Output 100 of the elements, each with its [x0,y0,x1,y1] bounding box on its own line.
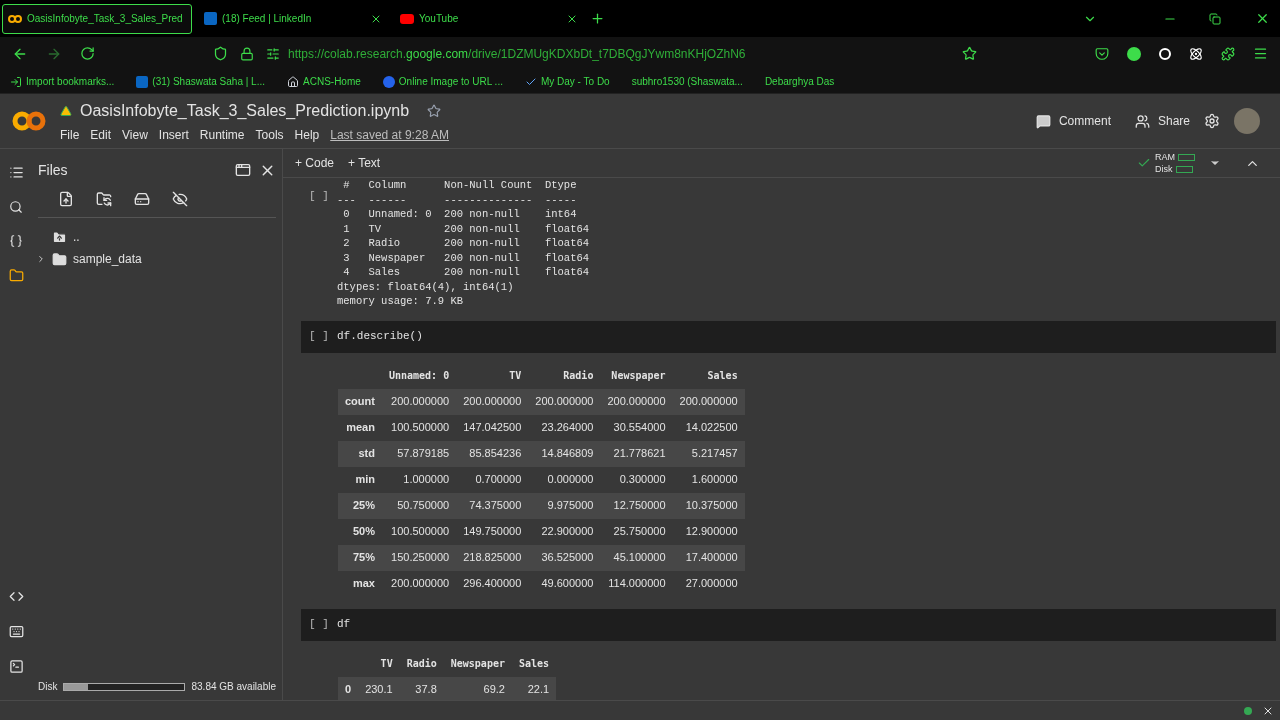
new-window-icon[interactable] [235,162,251,178]
table-cell: 85.854236 [456,440,529,467]
extensions-icon[interactable] [1221,46,1235,61]
tab-title: (18) Feed | LinkedIn [222,12,313,26]
colab-logo[interactable] [12,111,46,131]
row-header: std [338,440,382,467]
row-header: min [338,466,382,493]
shield-icon[interactable] [213,46,228,61]
parent-folder-icon [52,229,67,245]
menu-item[interactable]: Tools [255,125,284,144]
account-icon[interactable] [1127,46,1141,61]
cell-prompt[interactable]: [ ] [301,616,337,633]
file-tree-item[interactable]: sample_data [32,250,282,268]
table-cell: 14.846809 [528,440,601,467]
table-cell: 12.750000 [600,492,673,519]
share-button[interactable]: Share [1134,112,1190,130]
code-snippets-icon[interactable] [8,589,24,604]
files-icon[interactable] [8,268,24,283]
table-cell: 22.1 [511,676,557,700]
table-cell: 296.400000 [456,570,529,597]
terminal-icon[interactable] [8,659,24,674]
table-cell: 50.750000 [381,492,457,519]
menu-item[interactable]: Help [294,125,320,144]
table-cell: 200.000000 [381,570,457,597]
disk-label: Disk [38,680,58,694]
table-cell: 23.264000 [528,414,601,441]
add-text-button[interactable]: + Text [348,154,381,172]
bookmark-star-icon[interactable] [962,46,977,61]
bookmark-item[interactable]: Debarghya Das [764,74,835,89]
bookmark-item[interactable]: Import bookmarks... [10,74,115,89]
table-cell: 9.975000 [528,492,601,519]
table-cell: 21.778621 [600,440,673,467]
browser-tab[interactable]: OasisInfobyte_Task_3_Sales_Pred [2,3,192,34]
table-cell: 1.000000 [381,466,457,493]
menu-item[interactable]: File [60,125,80,144]
avatar[interactable] [1234,108,1260,134]
menu-item[interactable]: Runtime [199,125,245,144]
bookmark-item[interactable]: ACNS-Home [287,74,361,89]
close-window-icon[interactable] [1255,11,1270,26]
table-cell: 12.900000 [672,518,745,545]
settings-icon[interactable] [1204,113,1220,129]
browser-tab[interactable]: YouTube [394,3,584,34]
cell-prompt[interactable]: [ ] [301,182,337,309]
table-cell: 200.000000 [672,388,745,415]
refresh-folder-icon[interactable] [96,191,112,207]
tab-title: YouTube [419,12,460,26]
search-icon[interactable] [9,200,23,214]
hidden-files-icon[interactable] [172,191,188,207]
tab-title: OasisInfobyte_Task_3_Sales_Pred [27,12,183,26]
pocket-icon[interactable] [1095,46,1109,61]
new-tab-icon[interactable] [590,11,605,26]
table-cell: 27.000000 [672,570,745,597]
menu-icon[interactable] [1253,46,1268,61]
bookmark-item[interactable]: My Day - To Do [524,74,610,89]
add-code-button[interactable]: + Code [295,154,335,172]
table-cell: 36.525000 [528,544,601,571]
lock-icon[interactable] [240,46,254,61]
caret-icon[interactable] [36,254,46,264]
bookmark-item[interactable]: (31) Shaswata Saha | L... [136,74,266,89]
table-cell: 230.1 [358,676,400,700]
output-line: memory usage: 7.9 KB [337,294,465,309]
column-header: TV [379,657,394,671]
contents-icon[interactable] [8,165,24,180]
colab-logo-icon [8,14,22,23]
output-line: --- ------ -------------- ----- [337,192,578,207]
menu-item[interactable]: Insert [158,125,189,144]
file-tree-item[interactable]: .. [32,228,282,246]
bookmark-item[interactable]: subhro1530 (Shaswata... [631,74,743,89]
notebook-title[interactable]: OasisInfobyte_Task_3_Sales_Prediction.ipynb [80,98,410,123]
permissions-icon[interactable] [266,46,280,61]
star-icon[interactable] [427,103,442,118]
browser-tab[interactable]: (18) Feed | LinkedIn [198,3,388,34]
menu-item[interactable]: Edit [90,125,112,144]
row-header: mean [338,414,382,441]
upload-file-icon[interactable] [58,191,74,207]
panel-title: Files [38,160,69,180]
table-cell: 0.000000 [528,466,601,493]
variables-icon[interactable] [9,234,23,248]
disk-available: 83.84 GB available [191,680,276,694]
disk-label: Disk [1155,163,1173,175]
last-saved-link[interactable]: Last saved at 9:28 AM [330,125,449,144]
column-header: Newspaper [449,657,506,671]
bookmark-item[interactable]: Online Image to URL ... [382,74,503,89]
output-line: # Column Non-Null Count Dtype [342,178,578,193]
table-cell: 69.2 [443,676,512,700]
cell-prompt[interactable]: [ ] [301,328,337,345]
column-header: TV [508,369,523,383]
code-text: df [337,617,351,633]
people-icon [1134,113,1150,129]
code-cell[interactable]: [ ] df.describe() [301,320,1276,353]
menu-item[interactable]: View [122,125,148,144]
row-header: 0 [338,676,359,700]
connected-check-icon [1137,156,1151,170]
comment-button[interactable]: Comment [1035,112,1111,130]
command-palette-icon[interactable] [8,624,24,639]
reload-icon[interactable] [80,46,95,61]
restore-icon[interactable] [1209,12,1221,25]
table-cell: 25.750000 [600,518,673,545]
atom-icon[interactable] [1189,46,1203,61]
code-cell[interactable]: [ ] df [301,608,1276,641]
